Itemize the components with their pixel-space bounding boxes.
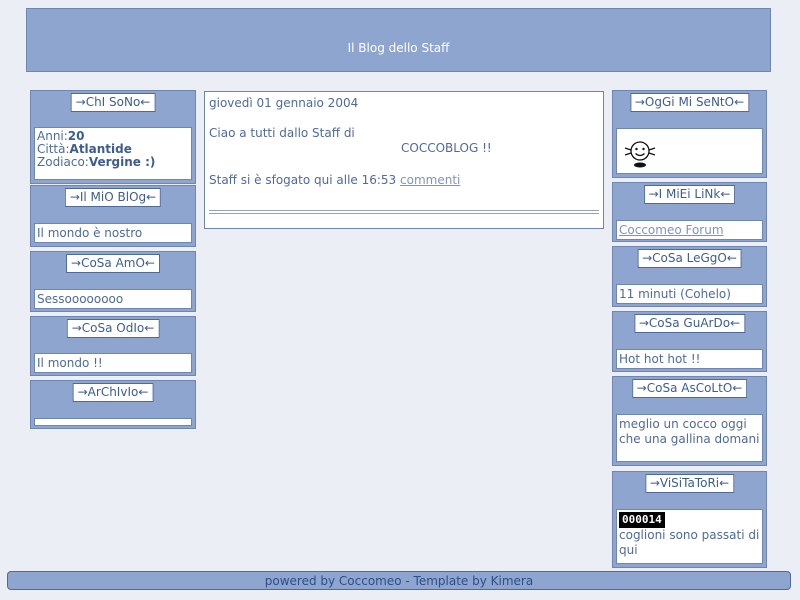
widget-mio-blog: →Il MiO BlOg← Il mondo è nostro (30, 185, 196, 247)
visitors-box: 000014 coglioni sono passati di qui (616, 509, 763, 564)
widget-title: →CoSa AsCoLtO← (631, 379, 748, 398)
widget-title: →ViSiTaToRi← (644, 474, 735, 493)
widget-text: Il mondo !! (34, 353, 192, 373)
post-time: Staff si è sfogato qui alle 16:53 (209, 173, 397, 187)
widget-miei-link: →I MiEi LiNk← Coccomeo Forum (612, 182, 767, 242)
widget-title: →CoSa OdIo← (66, 319, 160, 338)
widget-cosa-odio: →CoSa OdIo← Il mondo !! (30, 316, 196, 376)
widget-title: →CoSa GuArDo← (633, 314, 746, 333)
widget-text: Il mondo è nostro (34, 223, 192, 243)
blog-header: Il Blog dello Staff (26, 8, 771, 72)
visitors-text: coglioni sono passati di qui (619, 528, 760, 557)
widget-oggi-mi-sento: →OgGi Mi SeNtO← (612, 90, 767, 178)
widget-text: meglio un cocco oggi che una gallina dom… (616, 414, 763, 462)
about-box: Anni:20 Città:Atlantide Zodiaco:Vergine … (34, 127, 192, 180)
about-zodiac: Zodiaco:Vergine :) (37, 155, 156, 169)
widget-cosa-amo: →CoSa AmO← Sessoooooooo (30, 251, 196, 312)
widget-title: →CoSa LeGgO← (637, 249, 742, 268)
mood-box (616, 128, 763, 174)
post-meta: Staff si è sfogato qui alle 16:53 commen… (209, 173, 460, 187)
widget-text: Sessoooooooo (34, 289, 192, 309)
widget-text: Hot hot hot !! (616, 349, 763, 369)
widget-title: →Il MiO BlOg← (64, 188, 162, 207)
widget-text: 11 minuti (Cohelo) (616, 284, 763, 304)
page-footer: powered by Coccomeo - Template by Kimera (7, 571, 791, 590)
visitor-counter: 000014 (619, 512, 665, 528)
widget-archivio: →ArChIvIo← (30, 380, 196, 429)
widget-title[interactable]: →ArChIvIo← (72, 383, 154, 402)
widget-visitatori: →ViSiTaToRi← 000014 coglioni sono passat… (612, 471, 767, 568)
forum-link[interactable]: Coccomeo Forum (619, 223, 724, 237)
blog-title: Il Blog dello Staff (347, 41, 450, 55)
post-date: giovedì 01 gennaio 2004 (209, 96, 359, 110)
footer-credits: powered by Coccomeo - Template by Kimera (264, 574, 534, 588)
widget-title: →ChI SoNo← (70, 93, 156, 112)
archive-list (34, 418, 192, 426)
post-body-line2: COCCOBLOG !! (401, 141, 492, 155)
comments-link[interactable]: commenti (400, 173, 460, 187)
widget-chi-sono: →ChI SoNo← Anni:20 Città:Atlantide Zodia… (30, 90, 196, 184)
widget-cosa-leggo: →CoSa LeGgO← 11 minuti (Cohelo) (612, 246, 767, 307)
widget-cosa-guardo: →CoSa GuArDo← Hot hot hot !! (612, 311, 767, 372)
widget-title: →CoSa AmO← (66, 254, 160, 273)
post-divider (209, 210, 599, 214)
widget-cosa-ascolto: →CoSa AsCoLtO← meglio un cocco oggi che … (612, 376, 767, 466)
widget-title: →I MiEi LiNk← (643, 185, 736, 204)
post-body-line1: Ciao a tutti dallo Staff di (209, 126, 355, 140)
widget-title: →OgGi Mi SeNtO← (629, 93, 750, 112)
links-box: Coccomeo Forum (616, 220, 763, 240)
smiley-icon (624, 141, 656, 168)
blog-post: giovedì 01 gennaio 2004 Ciao a tutti dal… (204, 91, 604, 229)
